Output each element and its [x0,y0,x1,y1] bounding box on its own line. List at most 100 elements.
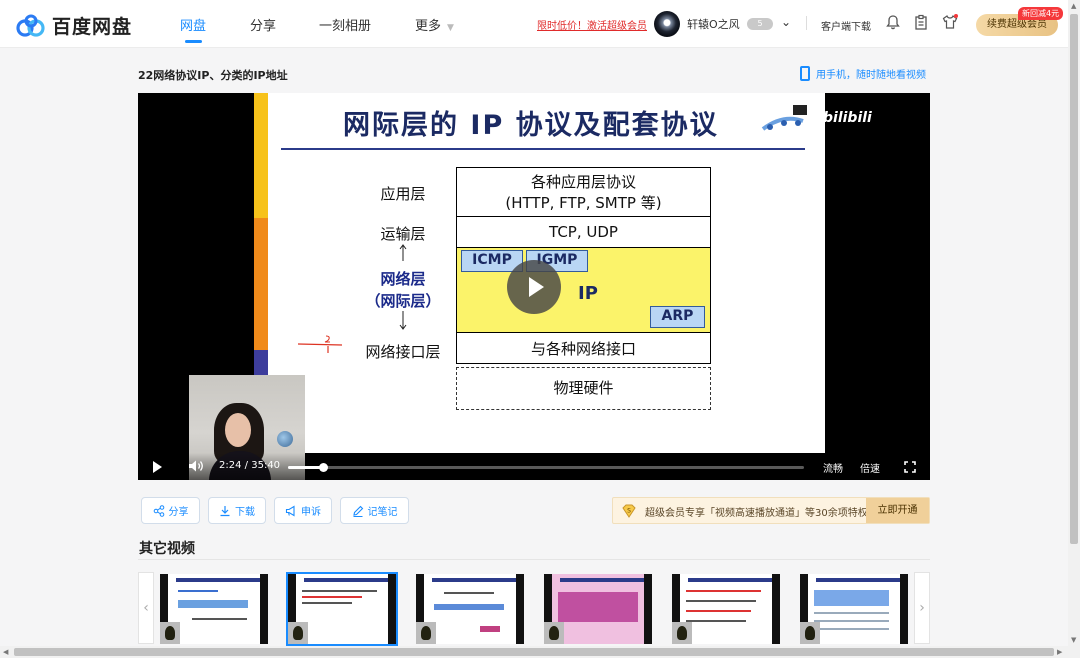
scroll-down-icon[interactable]: ▼ [1071,636,1076,644]
volume-icon[interactable] [188,459,204,473]
horizontal-scroll-thumb[interactable] [14,648,1054,656]
chevron-down-icon: ▼ [447,23,454,33]
presenter-face [225,413,251,447]
thumbnail-webcam [544,622,564,644]
clipboard-icon[interactable] [913,14,929,30]
cell-hardware-text: 物理硬件 [553,379,614,397]
duration: 35:40 [251,460,281,471]
nav-share[interactable]: 分享 [250,15,276,34]
baidu-netdisk-logo[interactable]: 百度网盘 [16,12,132,39]
thumbnail-content [302,602,352,604]
thumbnail-webcam [416,622,436,644]
client-download-link[interactable]: 客户端下载 [821,18,871,33]
thumbnail-content [686,600,756,602]
thumbnail-content [480,626,500,632]
current-time: 2:24 [219,460,242,471]
thumbnail-webcam [672,622,692,644]
slide-title-rule [281,148,805,150]
nav-active-indicator [185,40,202,43]
video-title: 22网络协议IP、分类的IP地址 [138,69,288,82]
play-icon[interactable] [153,461,162,473]
carousel-next-button[interactable]: › [914,572,930,644]
thumbnail-content [178,600,248,608]
progress-fill [288,466,323,469]
fullscreen-icon[interactable] [904,461,916,473]
download-button[interactable]: 下载 [208,497,266,524]
thumbnail-title-bar [816,578,900,582]
cell-link-text: 与各种网络接口 [530,339,636,358]
username[interactable]: 轩辕O之风 [687,16,740,32]
share-button[interactable]: 分享 [141,497,200,524]
vip-promo-text: 超级会员专享「视频高速播放通道」等30余项特权 [645,508,868,519]
play-overlay-button[interactable] [507,260,561,314]
thumbnail-content [814,628,889,630]
share-icon [153,504,164,517]
report-button[interactable]: 申诉 [274,497,332,524]
thumbnail-slide [424,574,516,644]
thumbnail-slide [680,574,772,644]
thumbnail-webcam [160,622,180,644]
progress-handle[interactable] [318,463,328,472]
avatar[interactable] [654,11,680,37]
thumbnail-content [558,592,638,622]
layer-label-transport: 运输层 [380,225,426,243]
scroll-up-icon[interactable]: ▲ [1071,2,1076,10]
thumbnail-content [814,612,889,614]
quality-selector[interactable]: 流畅 [823,460,843,475]
vip-promo-bar: S 超级会员专享「视频高速播放通道」等30余项特权 立即开通 [612,497,930,524]
video-thumbnail[interactable] [800,574,908,644]
thumbnail-content [434,604,504,610]
thumbnail-content [302,596,362,598]
tshirt-icon[interactable] [942,14,958,30]
notes-label: 记笔记 [367,507,398,518]
scroll-left-icon[interactable]: ◀ [3,648,8,656]
network-illustration-icon [761,105,807,131]
carousel-prev-button[interactable]: ‹ [138,572,154,644]
thumbnail-content [686,620,746,622]
watch-on-phone-link[interactable]: 用手机，随时随地看视频 [800,66,926,81]
promo-link[interactable]: 限时低价！激活超级会员 [537,17,647,32]
chevron-left-icon: ‹ [143,600,149,616]
watch-on-phone-label: 用手机，随时随地看视频 [816,70,926,81]
video-thumbnail[interactable] [160,574,268,644]
cloud-logo-icon [16,14,45,37]
cell-transport-text: TCP, UDP [549,223,618,241]
vip-open-button[interactable]: 立即开通 [866,498,929,523]
thumbnail-slide [808,574,900,644]
thumbnail-content [302,590,377,592]
thumbnail-content [192,618,247,620]
player-controls: 2:24 / 35:40 流畅 倍速 [138,453,930,480]
time-display: 2:24 / 35:40 [219,460,280,471]
thumbnail-title-bar [688,578,772,582]
megaphone-icon [285,505,295,516]
time-separator: / [244,460,249,471]
chevron-down-icon[interactable]: ⌄ [781,15,791,29]
video-player[interactable]: 网际层的 IP 协议及配套协议 应用层 运输层 网络层 （网际层） 网络接口层 … [138,93,930,480]
svg-text:S: S [627,508,631,515]
nav-moment-album[interactable]: 一刻相册 [319,15,371,34]
scroll-right-icon[interactable]: ▶ [1057,648,1062,656]
thumbnail-title-bar [304,578,388,582]
thumbnail-slide [552,574,644,644]
nav-more[interactable]: 更多 ▼ [415,15,454,34]
thumbnail-title-bar [432,578,516,582]
thumbnail-slide [296,574,388,644]
bell-icon[interactable] [885,14,901,30]
renew-discount-tag: 新回减4元 [1018,7,1064,20]
vertical-scroll-thumb[interactable] [1070,14,1078,544]
notes-button[interactable]: 记笔记 [340,497,409,524]
vertical-scrollbar[interactable]: ▲ ▼ [1068,0,1080,658]
slide-stripe-orange [254,218,268,350]
speed-selector[interactable]: 倍速 [860,460,880,475]
video-thumbnail[interactable] [416,574,524,644]
video-thumbnail[interactable] [544,574,652,644]
video-thumbnail-current[interactable] [286,572,398,646]
progress-bar[interactable] [288,463,804,472]
thumbnail-webcam [800,622,820,644]
video-thumbnail[interactable] [672,574,780,644]
cell-app-line2: (HTTP, FTP, SMTP 等) [505,194,662,212]
logo-text: 百度网盘 [52,16,133,38]
divider [806,16,807,30]
horizontal-scrollbar[interactable]: ◀ ▶ [0,646,1068,658]
nav-netdisk[interactable]: 网盘 [180,15,206,34]
